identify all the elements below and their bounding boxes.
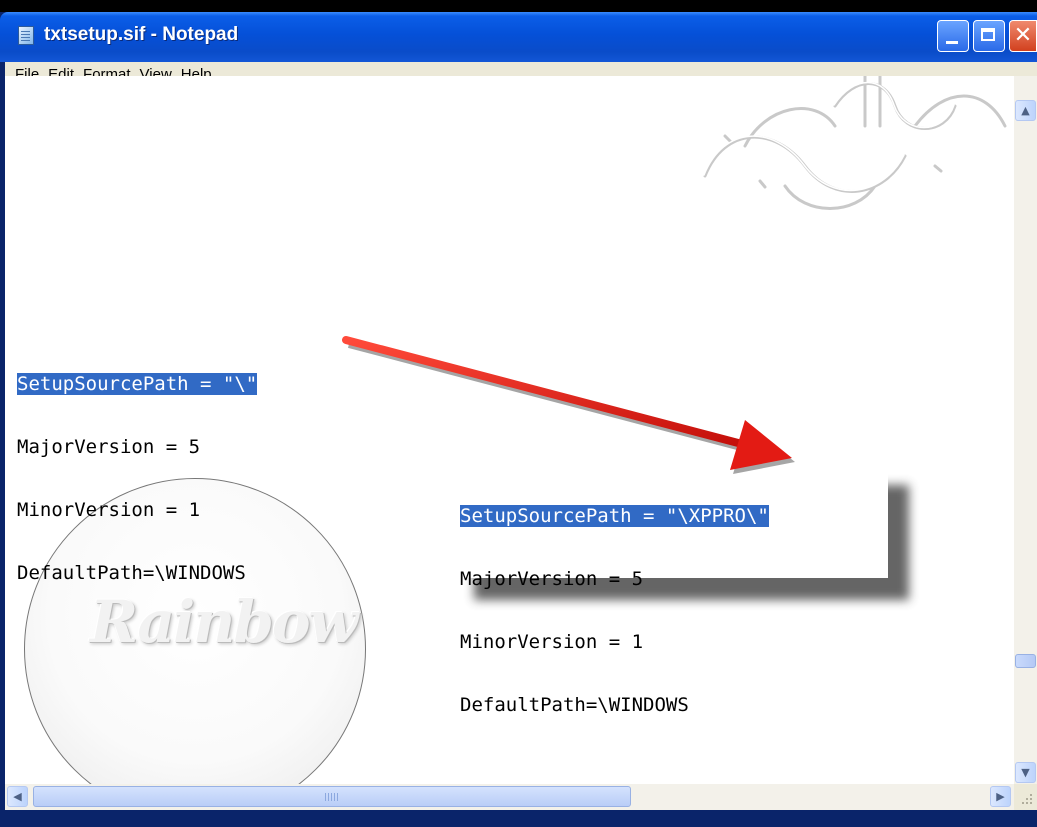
vertical-scroll-thumb[interactable] [1015, 654, 1036, 668]
red-arrow [342, 336, 795, 474]
scroll-up-icon[interactable]: ▲ [1015, 100, 1036, 121]
scroll-right-icon[interactable]: ▶ [990, 786, 1011, 807]
vertical-scrollbar[interactable]: ▲ ▼ [1014, 76, 1037, 784]
horizontal-scrollbar[interactable]: ◀ ▶ [5, 784, 1014, 810]
horizontal-scroll-thumb[interactable] [33, 786, 631, 807]
arrow-shaft [342, 336, 746, 448]
resize-grip-icon[interactable] [1014, 784, 1037, 810]
grip-icon [325, 793, 339, 801]
scroll-left-icon[interactable]: ◀ [7, 786, 28, 807]
scroll-down-icon[interactable]: ▼ [1015, 762, 1036, 783]
